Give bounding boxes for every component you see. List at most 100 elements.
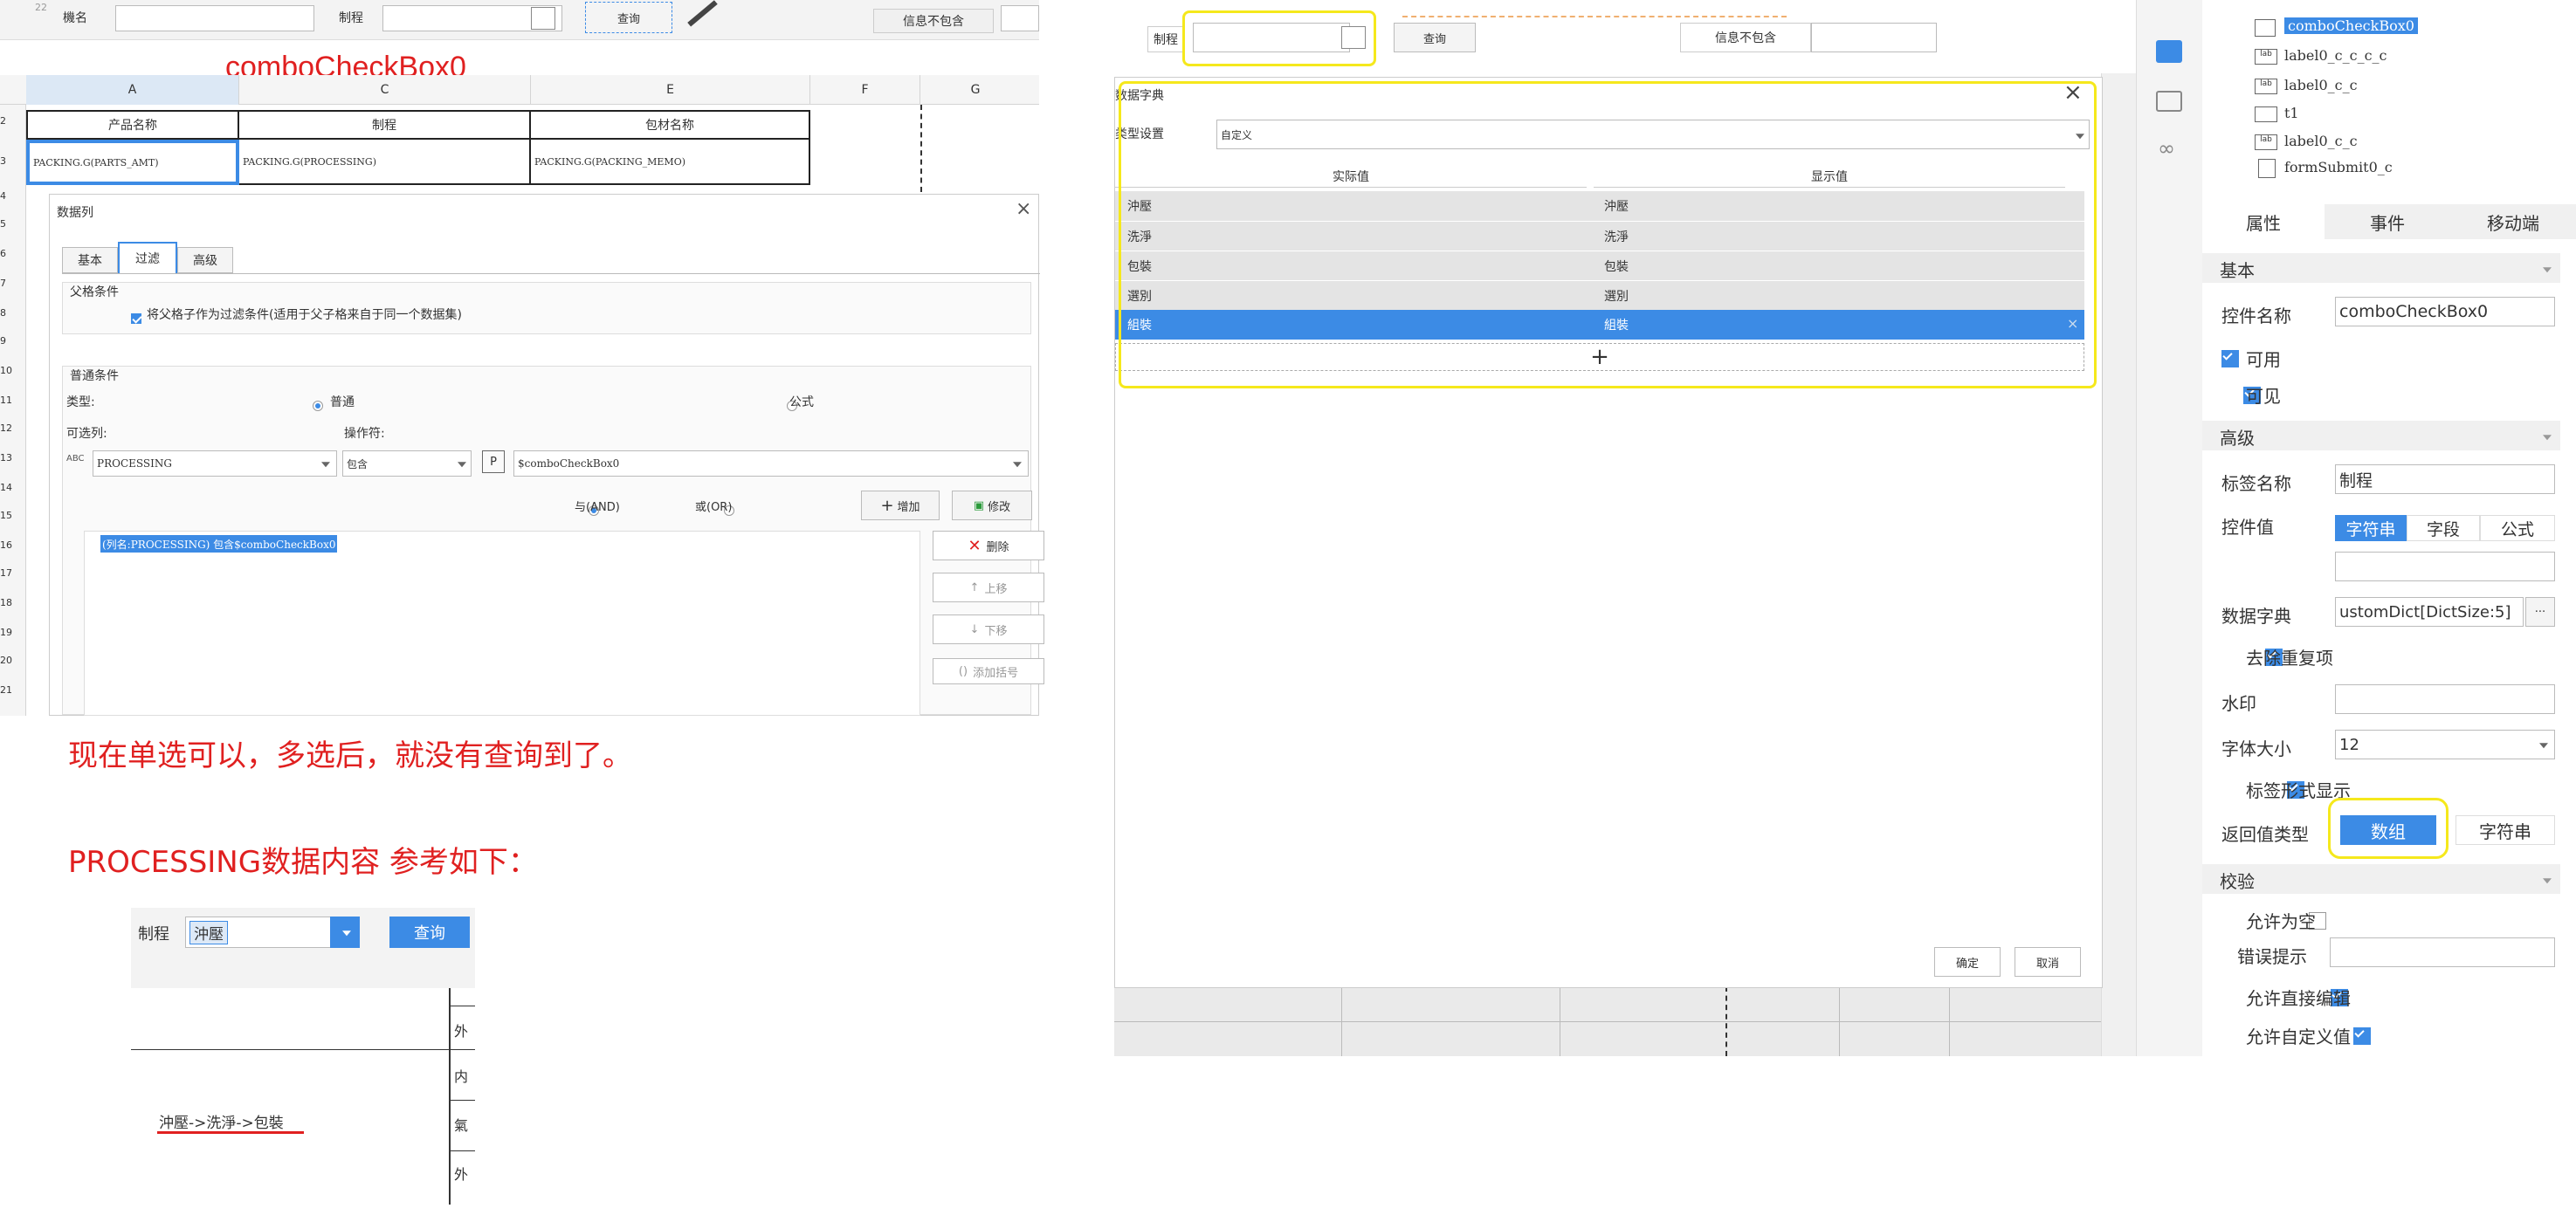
col-header-g[interactable]: G	[920, 75, 1030, 105]
process-label: 制程	[339, 11, 363, 25]
widget-icon[interactable]	[2156, 40, 2182, 63]
plus-icon: +	[880, 496, 894, 515]
inset-right-cell: 外	[454, 1023, 469, 1040]
tab-properties[interactable]: 属性	[2202, 204, 2325, 239]
operator-select[interactable]: 包含	[342, 450, 472, 477]
tree-item[interactable]: t1	[2249, 103, 2546, 127]
dict-value-input[interactable]: ustomDict[DictSize:5]	[2335, 597, 2524, 627]
right-query-button[interactable]: 查询	[1394, 23, 1476, 52]
tree-item[interactable]: lab label0_c_c_c_c	[2249, 45, 2546, 70]
ctrl-name-input[interactable]: comboCheckBox0	[2335, 297, 2555, 326]
type-label: 类型:	[66, 395, 95, 409]
grid-h	[1114, 1021, 2136, 1022]
textbox-icon	[2255, 106, 2277, 122]
allow-custom-checkbox[interactable]	[2352, 1026, 2371, 1045]
section-basic[interactable]: 基本	[2202, 253, 2560, 283]
label-icon: lab	[2255, 49, 2277, 65]
inset-path-text: 沖壓->洗淨->包裝	[159, 1115, 284, 1132]
section-validate[interactable]: 校验	[2202, 864, 2560, 894]
inset-grid-h	[451, 1150, 475, 1151]
inset-grid-h	[451, 1100, 475, 1101]
type-normal-radio[interactable]	[313, 400, 323, 411]
inset-dropdown-button[interactable]	[330, 917, 360, 948]
cell-header-product[interactable]: 产品名称	[26, 110, 239, 140]
tab-events[interactable]: 事件	[2325, 204, 2450, 239]
return-string-button[interactable]: 字符串	[2455, 815, 2555, 845]
edit-icon: ▣	[973, 498, 985, 512]
designer-grid	[1114, 986, 2136, 1056]
cell-formula-parts[interactable]: PACKING.G(PARTS_AMT)	[26, 140, 239, 185]
layers-icon[interactable]	[2156, 91, 2182, 112]
value-tab-string[interactable]: 字符串	[2335, 515, 2407, 541]
tab-filter[interactable]: 过滤	[118, 242, 177, 273]
tab-mobile[interactable]: 移动端	[2450, 204, 2576, 239]
cell-formula-processing[interactable]: PACKING.G(PROCESSING)	[239, 140, 531, 185]
tree-item[interactable]: comboCheckBox0	[2249, 16, 2546, 40]
col-header-e[interactable]: E	[531, 75, 810, 105]
font-size-select[interactable]: 12	[2335, 730, 2555, 759]
column-select[interactable]: PROCESSING	[93, 450, 337, 477]
col-header-c[interactable]: C	[239, 75, 531, 105]
parameter-select[interactable]: $comboCheckBox0	[513, 450, 1029, 477]
move-down-button[interactable]: ↓ 下移	[933, 614, 1044, 644]
chevron-down-icon	[1013, 462, 1022, 468]
close-icon[interactable]: ×	[1016, 198, 1031, 220]
add-button[interactable]: + 增加	[861, 491, 940, 520]
dict-ok-button[interactable]: 确定	[1934, 947, 2001, 977]
dict-more-button[interactable]: ···	[2525, 597, 2555, 627]
designer-scrollbar[interactable]	[2101, 73, 2136, 1056]
col-header-f[interactable]: F	[810, 75, 920, 105]
calendar-icon[interactable]	[531, 7, 555, 30]
delete-button[interactable]: ✕ 删除	[933, 531, 1044, 560]
row-num: 8	[0, 307, 6, 319]
enabled-checkbox[interactable]	[2221, 349, 2239, 367]
ctrl-value-input[interactable]	[2335, 552, 2555, 581]
tab-basic[interactable]: 基本	[62, 247, 118, 273]
tree-item[interactable]: formSubmit0_c	[2249, 157, 2546, 182]
inset-query-button[interactable]: 查询	[389, 917, 470, 948]
label-icon: lab	[2255, 79, 2277, 94]
row-num: 6	[0, 248, 6, 259]
cell-header-packing[interactable]: 包材名称	[531, 110, 810, 140]
right-info-label: 信息不包含	[1680, 23, 1811, 52]
move-up-button[interactable]: ↑ 上移	[933, 573, 1044, 602]
ctrl-value-label: 控件值	[2221, 517, 2274, 538]
section-advanced[interactable]: 高级	[2202, 421, 2560, 450]
type-formula-label: 公式	[789, 395, 814, 409]
watermark-input[interactable]	[2335, 684, 2555, 714]
edit-button[interactable]: ▣ 修改	[952, 491, 1032, 520]
cell-header-process[interactable]: 制程	[239, 110, 531, 140]
error-tip-input[interactable]	[2330, 937, 2555, 967]
row-num: 14	[0, 482, 12, 493]
query-button[interactable]: 查询	[585, 2, 672, 33]
dict-cancel-button[interactable]: 取消	[2015, 947, 2081, 977]
tree-item[interactable]: lab label0_c_c	[2249, 75, 2546, 100]
model-input[interactable]	[115, 5, 314, 31]
condition-item[interactable]: (列名:PROCESSING) 包含$comboCheckBox0	[100, 535, 338, 553]
submit-icon	[2258, 159, 2276, 178]
note-line-2: PROCESSING数据内容 参考如下：	[68, 845, 538, 880]
allow-edit-label: 允许直接编辑	[2246, 988, 2351, 1009]
cell-formula-packing[interactable]: PACKING.G(PACKING_MEMO)	[531, 140, 810, 185]
row-num: 15	[0, 510, 12, 521]
dict-label: 数据字典	[2221, 606, 2291, 627]
tab-advanced[interactable]: 高级	[177, 247, 233, 273]
parent-section-title: 父格条件	[70, 285, 119, 299]
chevron-down-icon	[342, 930, 351, 937]
tag-name-input[interactable]: 制程	[2335, 464, 2555, 494]
row-num: 4	[0, 190, 6, 202]
tree-item[interactable]: lab label0_c_c	[2249, 131, 2546, 155]
tree-item-label: label0_c_c	[2284, 133, 2358, 149]
link-icon[interactable]: ∞	[2158, 136, 2175, 161]
right-info-input[interactable]	[1811, 23, 1937, 52]
info-input[interactable]	[1001, 5, 1039, 31]
or-label: 或(OR)	[695, 501, 733, 514]
value-tab-formula[interactable]: 公式	[2480, 515, 2555, 541]
add-bracket-button[interactable]: () 添加括号	[933, 658, 1044, 684]
parent-checkbox[interactable]	[131, 312, 141, 324]
parameter-icon[interactable]: P	[482, 450, 505, 473]
value-tab-field[interactable]: 字段	[2407, 515, 2480, 541]
highlight-process	[1182, 10, 1376, 66]
col-header-a[interactable]: A	[26, 75, 239, 105]
return-type-label: 返回值类型	[2221, 824, 2309, 845]
